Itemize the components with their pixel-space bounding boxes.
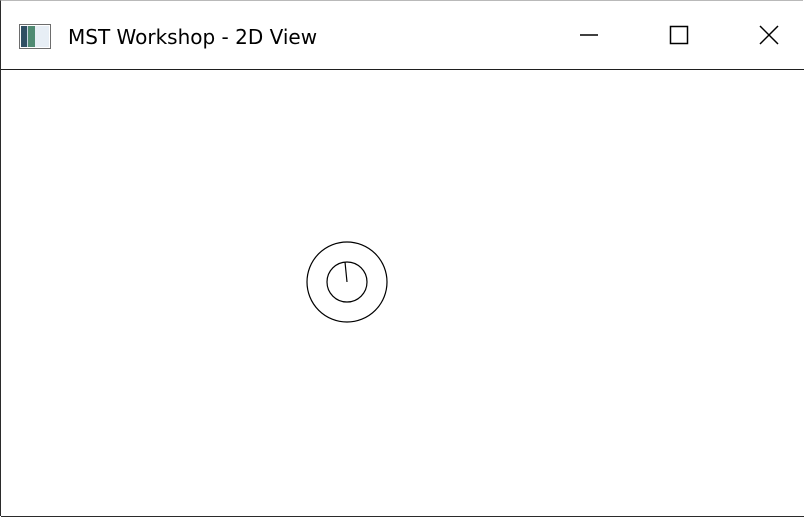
app-window-icon	[19, 21, 51, 53]
close-button[interactable]	[735, 1, 803, 69]
agent-object	[306, 241, 388, 323]
scene-svg	[306, 241, 388, 323]
window-title: MST Workshop - 2D View	[68, 25, 318, 49]
maximize-icon	[669, 25, 689, 45]
minimize-button[interactable]	[555, 1, 623, 69]
drawing-canvas[interactable]	[1, 70, 804, 517]
maximize-button[interactable]	[645, 1, 713, 69]
title-bar[interactable]: MST Workshop - 2D View	[1, 1, 804, 70]
close-icon	[759, 25, 779, 45]
app-window: MST Workshop - 2D View	[0, 0, 804, 517]
heading-line	[344, 261, 348, 283]
minimize-icon	[579, 25, 599, 45]
